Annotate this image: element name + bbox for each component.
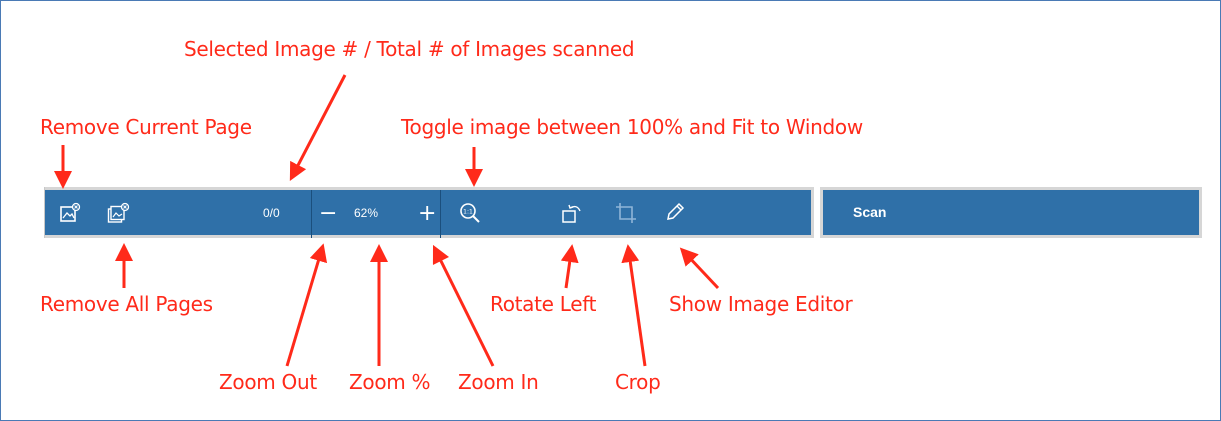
arrow-crop (621, 244, 647, 367)
arrow-zoom-in (432, 244, 495, 367)
arrow-show-image-editor (679, 247, 720, 290)
annotation-arrows (54, 74, 720, 367)
arrow-zoom-out (285, 243, 328, 367)
arrow-selected-image (289, 74, 347, 181)
arrow-rotate-left (560, 244, 579, 289)
